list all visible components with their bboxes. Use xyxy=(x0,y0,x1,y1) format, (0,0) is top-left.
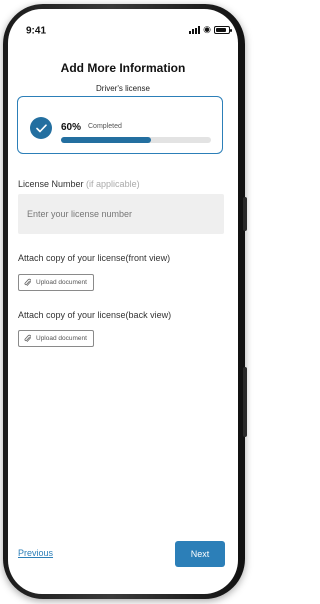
power-button xyxy=(243,197,247,231)
status-time: 9:41 xyxy=(26,25,47,37)
wifi-icon: ◉ xyxy=(203,24,211,34)
upload-back-button[interactable]: Upload document xyxy=(18,330,94,347)
progress-status: Completed xyxy=(88,123,122,130)
progress-bar-fill xyxy=(61,137,151,143)
progress-percent: 60% xyxy=(61,122,82,133)
previous-link[interactable]: Previous xyxy=(18,548,53,558)
license-number-label: License Number (if applicable) xyxy=(18,179,140,189)
license-label-text: License Number xyxy=(18,179,84,189)
upload-back-label: Upload document xyxy=(36,335,87,342)
optional-hint: (if applicable) xyxy=(86,179,140,189)
next-button[interactable]: Next xyxy=(175,541,225,567)
paperclip-icon xyxy=(24,334,31,342)
app-screen: 9:41 ◉ Add More Information Driver's lic… xyxy=(8,9,238,594)
phone-frame: 9:41 ◉ Add More Information Driver's lic… xyxy=(3,4,247,599)
battery-icon xyxy=(214,26,232,34)
status-bar: 9:41 ◉ xyxy=(8,9,238,39)
upload-front-button[interactable]: Upload document xyxy=(18,274,94,291)
license-number-input[interactable] xyxy=(18,194,224,234)
page-subtitle: Driver's license xyxy=(96,84,150,93)
page-title: Add More Information xyxy=(60,61,186,75)
front-view-label: Attach copy of your license(front view) xyxy=(18,253,171,263)
back-view-label: Attach copy of your license(back view) xyxy=(18,310,172,320)
signal-icon xyxy=(189,26,200,34)
progress-bar xyxy=(61,137,211,143)
progress-card: 60% Completed xyxy=(17,96,223,154)
check-icon xyxy=(30,117,52,139)
upload-front-label: Upload document xyxy=(36,279,87,286)
side-button xyxy=(243,367,247,437)
paperclip-icon xyxy=(24,278,31,286)
